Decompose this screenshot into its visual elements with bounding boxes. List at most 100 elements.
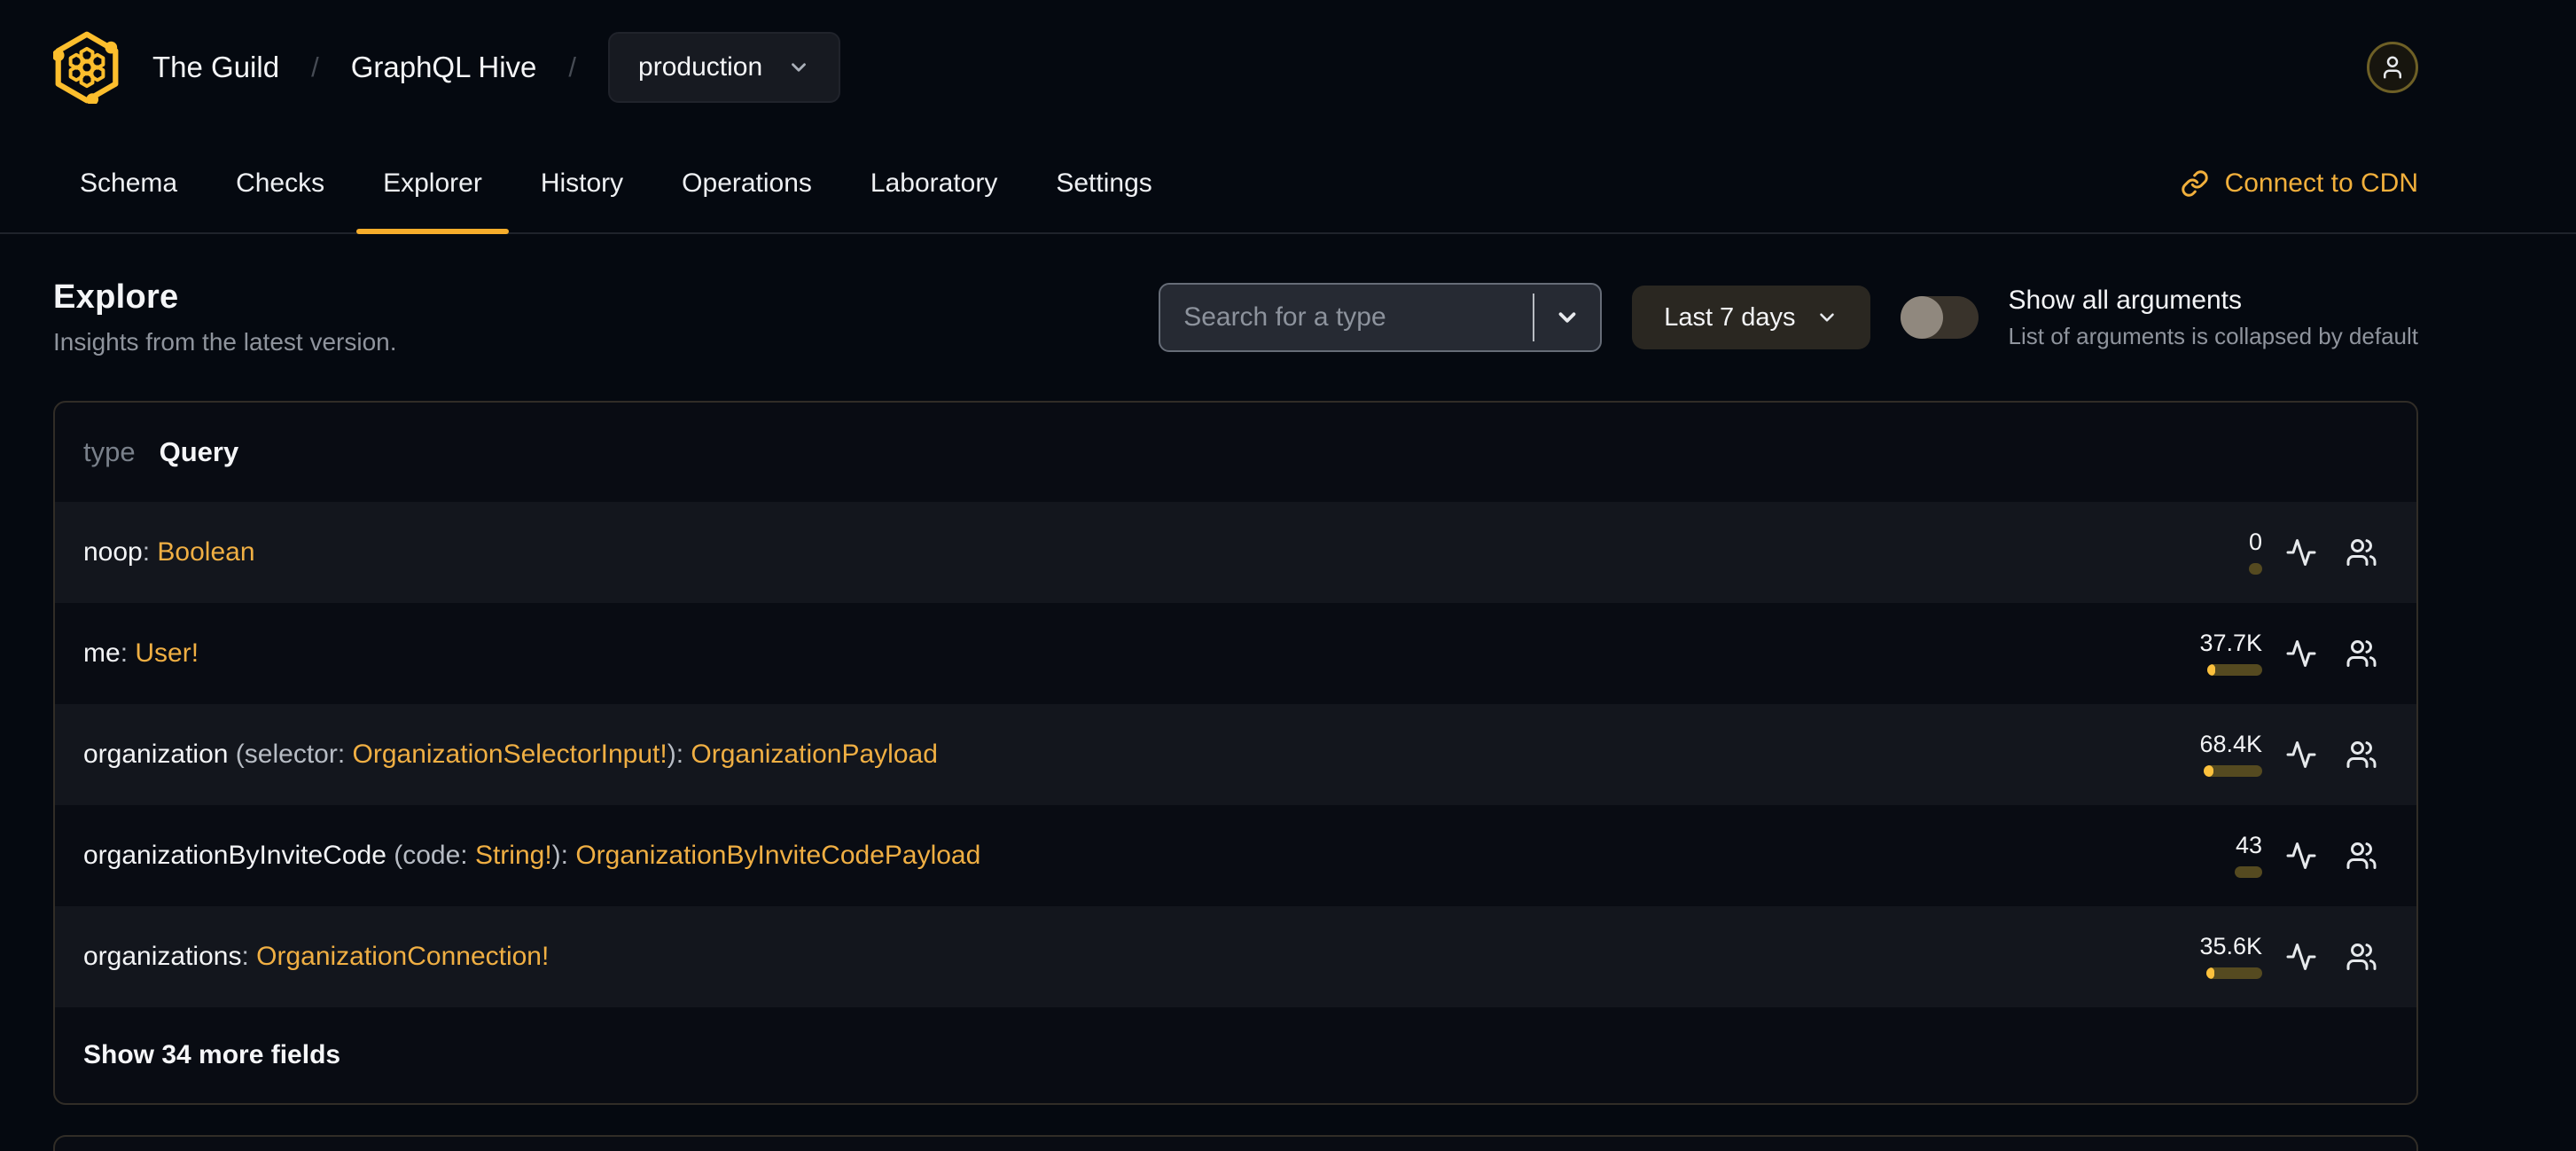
field-text: organization (83, 740, 229, 769)
request-count-stat: 37.7K (2181, 631, 2262, 676)
page-title: Explore (53, 278, 179, 316)
type-link[interactable]: OrganizationConnection! (256, 942, 549, 971)
request-count: 68.4K (2199, 731, 2262, 757)
tab-bar: Schema Checks Explorer History Operations Lab… (0, 135, 2576, 234)
field-signature: me: User! (83, 638, 199, 669)
field-text: : (241, 942, 257, 971)
tab-schema[interactable]: Schema (80, 135, 177, 232)
app-header: The Guild / GraphQL Hive / production (53, 0, 2418, 135)
type-name: Query (159, 436, 239, 467)
breadcrumb-separator: / (311, 51, 319, 82)
users-icon[interactable] (2346, 941, 2377, 973)
request-count: 43 (2235, 832, 2262, 858)
request-count-stat: 0 (2181, 530, 2262, 575)
toggle-description: List of arguments is collapsed by defaul… (2008, 322, 2418, 349)
field-text: : (142, 537, 158, 567)
users-icon[interactable] (2346, 840, 2377, 872)
type-search (1159, 283, 1603, 352)
tab-list: Schema Checks Explorer History Operations Lab… (80, 135, 1152, 234)
chevron-down-icon (792, 63, 807, 72)
field-signature: organizations: OrganizationConnection! (83, 942, 549, 972)
breadcrumb-separator: / (568, 51, 577, 82)
users-icon[interactable] (2346, 536, 2377, 568)
request-count: 37.7K (2199, 630, 2262, 656)
field-text: organizations (83, 942, 242, 971)
field-text: me (83, 638, 121, 668)
field-row: organizationByInviteCode (code: String!)… (55, 805, 2416, 906)
cdn-link-label: Connect to CDN (2224, 168, 2418, 198)
request-count: 0 (2248, 529, 2262, 555)
chevron-down-icon (1819, 313, 1834, 322)
usage-bar (2204, 765, 2262, 777)
request-count-stat: 35.6K (2181, 935, 2262, 979)
type-kind-label: type (83, 436, 136, 467)
tab-history[interactable]: History (541, 135, 623, 232)
type-link[interactable]: User! (135, 638, 199, 668)
breadcrumb-project[interactable]: GraphQL Hive (351, 51, 537, 84)
tab-explorer[interactable]: Explorer (356, 135, 509, 234)
chevron-down-icon (1558, 312, 1576, 323)
activity-icon[interactable] (2285, 941, 2317, 973)
tab-settings[interactable]: Settings (1056, 135, 1151, 232)
hive-logo-icon[interactable] (53, 31, 121, 104)
target-select[interactable]: production (608, 32, 841, 103)
show-more-fields-button[interactable]: Show 34 more fields (55, 1007, 2416, 1103)
next-schema-card (53, 1135, 2418, 1151)
field-text: : (120, 638, 136, 668)
type-link[interactable]: OrganizationByInviteCodePayload (575, 841, 980, 870)
field-text: noop (83, 537, 143, 567)
breadcrumb-org[interactable]: The Guild (152, 51, 279, 84)
field-row: organizations: OrganizationConnection! 35… (55, 906, 2416, 1007)
field-signature: noop: Boolean (83, 537, 255, 568)
field-text: code: (402, 841, 475, 870)
field-row: noop: Boolean 0 (55, 502, 2416, 603)
schema-type-card: type Query noop: Boolean 0 me: User! 37.7K o… (53, 401, 2418, 1105)
page-subtitle: Insights from the latest version. (53, 328, 397, 356)
activity-icon[interactable] (2285, 638, 2317, 669)
usage-bar (2206, 967, 2262, 979)
period-select-button[interactable]: Last 7 days (1632, 286, 1870, 349)
activity-icon[interactable] (2285, 536, 2317, 568)
toggle-label: Show all arguments (2008, 285, 2242, 315)
field-text: ( (228, 740, 245, 769)
tab-laboratory[interactable]: Laboratory (870, 135, 997, 232)
type-link[interactable]: Boolean (157, 537, 254, 567)
field-text: ): (667, 740, 691, 769)
tab-checks[interactable]: Checks (236, 135, 324, 232)
field-row: me: User! 37.7K (55, 603, 2416, 704)
field-text: ( (386, 841, 403, 870)
activity-icon[interactable] (2285, 840, 2317, 872)
field-text: ): (551, 841, 576, 870)
field-row: organization (selector: OrganizationSele… (55, 704, 2416, 805)
field-signature: organization (selector: OrganizationSele… (83, 740, 938, 770)
show-all-arguments-toggle[interactable] (1900, 296, 1979, 339)
request-count: 35.6K (2199, 933, 2262, 959)
period-label: Last 7 days (1664, 302, 1796, 332)
users-icon[interactable] (2346, 739, 2377, 771)
breadcrumb: The Guild / GraphQL Hive / production (152, 32, 841, 103)
target-select-value: production (638, 52, 763, 82)
activity-icon[interactable] (2285, 739, 2317, 771)
toggle-knob (1900, 296, 1943, 339)
explorer-page: Explore Insights from the latest version… (53, 278, 2418, 1151)
explorer-controls: Last 7 days Show all arguments List of a… (1159, 283, 2418, 352)
request-count-stat: 43 (2181, 834, 2262, 878)
users-icon[interactable] (2346, 638, 2377, 669)
user-menu-button[interactable] (2367, 42, 2418, 93)
type-link[interactable]: OrganizationPayload (691, 740, 938, 769)
field-text: selector: (244, 740, 353, 769)
search-input[interactable] (1160, 302, 1534, 333)
field-rows: noop: Boolean 0 me: User! 37.7K organization… (55, 502, 2416, 1007)
type-link[interactable]: String! (475, 841, 552, 870)
link-icon (2181, 170, 2208, 197)
usage-bar (2235, 866, 2262, 878)
tab-operations[interactable]: Operations (682, 135, 812, 232)
type-link[interactable]: OrganizationSelectorInput! (353, 740, 667, 769)
connect-to-cdn-link[interactable]: Connect to CDN (2181, 168, 2418, 199)
field-text: organizationByInviteCode (83, 841, 386, 870)
usage-bar (2207, 664, 2262, 676)
usage-bar (2249, 563, 2262, 575)
request-count-stat: 68.4K (2181, 732, 2262, 777)
user-icon (2384, 56, 2401, 79)
search-dropdown-button[interactable] (1534, 285, 1600, 350)
